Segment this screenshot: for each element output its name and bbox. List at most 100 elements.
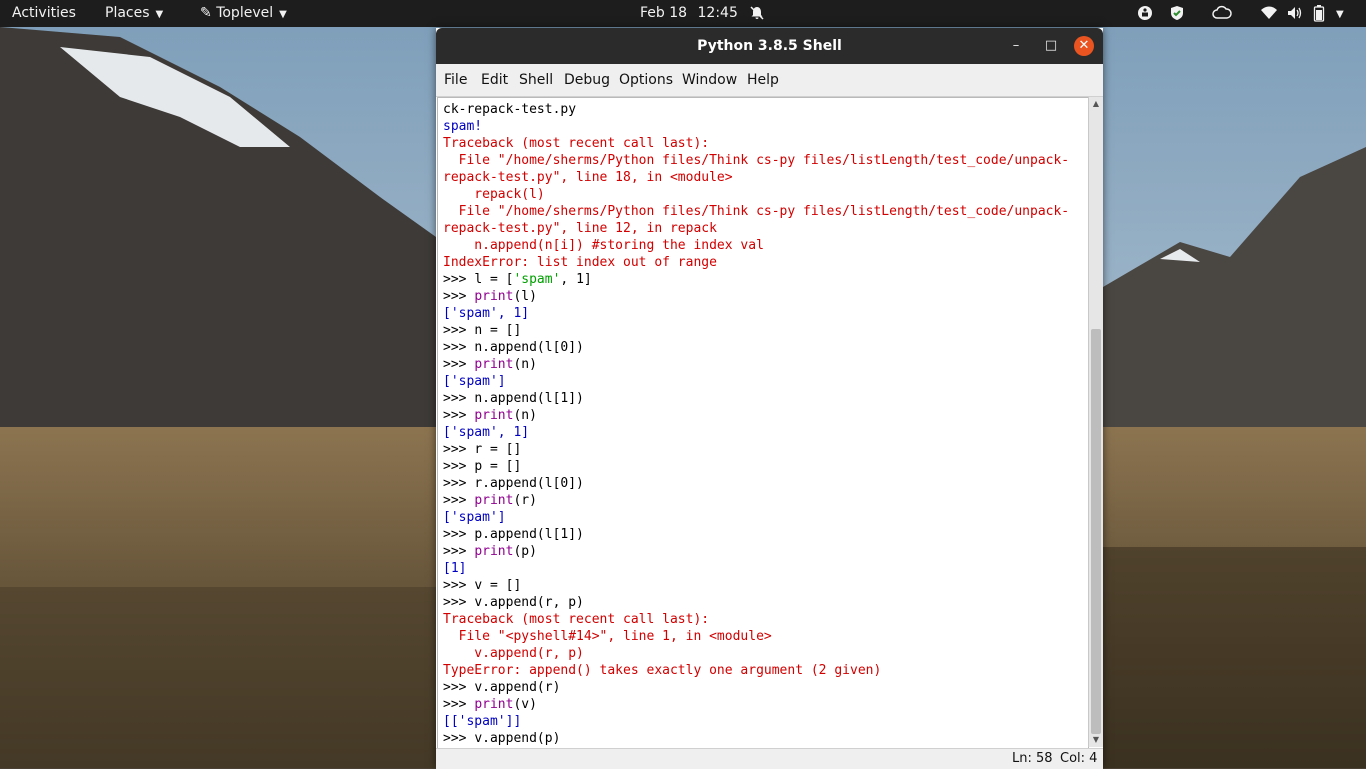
scroll-down-arrow-icon[interactable]: ▼ (1090, 734, 1102, 746)
shell-line: [['spam']] (443, 713, 1069, 730)
shell-line: >>> print(p) (443, 543, 1069, 560)
menu-edit[interactable]: Edit (481, 64, 508, 96)
shell-text: (n) (513, 408, 537, 423)
minimize-button[interactable]: – (1006, 36, 1026, 56)
shell-text: (l) (513, 289, 537, 304)
shell-line: v.append(r, p) (443, 645, 1069, 662)
shell-line: >>> v = [] (443, 577, 1069, 594)
shell-prompt: >>> (443, 680, 475, 695)
shell-line: ['spam', 1] (443, 424, 1069, 441)
window-titlebar[interactable]: Python 3.8.5 Shell – □ ✕ (436, 28, 1103, 64)
shell-text: , 1] (560, 272, 592, 287)
notifications-off-icon (750, 5, 764, 21)
shell-prompt: >>> (443, 323, 475, 338)
activities-button[interactable]: Activities (12, 0, 76, 27)
shell-prompt: >>> (443, 459, 475, 474)
shell-line: TypeError: append() takes exactly one ar… (443, 662, 1069, 679)
shell-prompt: >>> (443, 476, 475, 491)
shell-line: >>> print(l) (443, 288, 1069, 305)
wifi-icon[interactable] (1260, 0, 1278, 19)
shell-text: Traceback (most recent call last): (443, 612, 710, 627)
shell-line: ['spam'] (443, 509, 1069, 526)
shell-line: IndexError: list index out of range (443, 254, 1069, 271)
shell-text: (p) (513, 544, 537, 559)
places-label: Places (105, 5, 150, 21)
shell-line: spam! (443, 118, 1069, 135)
shell-text-area[interactable]: ck-repack-test.py spam! Traceback (most re… (437, 97, 1089, 749)
scroll-up-arrow-icon[interactable]: ▲ (1090, 98, 1102, 110)
top-panel: Activities Places ▼ ✎ Toplevel ▼ Feb 18 12… (0, 0, 1366, 27)
shell-line: >>> p.append(l[1]) (443, 526, 1069, 543)
clock[interactable]: Feb 18 12:45 (640, 0, 764, 27)
shell-prompt: >>> (443, 289, 475, 304)
shell-text: print (474, 289, 514, 304)
system-menu-caret-icon[interactable]: ▼ (1336, 0, 1346, 20)
shell-text: v.append(r, p) (474, 595, 584, 610)
vertical-scrollbar[interactable]: ▲ ▼ (1088, 97, 1103, 747)
column-number: Col: 4 (1060, 751, 1098, 766)
menu-options[interactable]: Options (619, 64, 673, 96)
shell-line: >>> l = ['spam', 1] (443, 271, 1069, 288)
accessibility-icon[interactable] (1136, 0, 1154, 20)
shell-line: ck-repack-test.py (443, 101, 1069, 118)
shell-text: ck-repack-test.py (443, 102, 577, 117)
chevron-down-icon: ▼ (279, 9, 287, 20)
scrollbar-thumb[interactable] (1091, 329, 1101, 734)
window-title: Python 3.8.5 Shell (697, 38, 842, 54)
shell-line: Traceback (most recent call last): (443, 135, 1069, 152)
shell-text: r.append(l[0]) (474, 476, 584, 491)
shell-text: p = [] (474, 459, 522, 474)
menu-help[interactable]: Help (747, 64, 779, 96)
shell-text: Traceback (most recent call last): (443, 136, 710, 151)
shell-prompt: >>> (443, 731, 475, 746)
volume-icon[interactable] (1286, 0, 1304, 19)
shell-text: print (474, 697, 514, 712)
shell-prompt: >>> (443, 544, 475, 559)
shell-text: [['spam']] (443, 714, 522, 729)
menu-window[interactable]: Window (682, 64, 737, 96)
close-button[interactable]: ✕ (1074, 36, 1094, 56)
shell-line: >>> v.append(p) (443, 730, 1069, 747)
shell-output: ck-repack-test.py spam! Traceback (most re… (443, 101, 1069, 747)
clock-date: Feb 18 (640, 5, 688, 21)
shell-text: n = [] (474, 323, 522, 338)
shell-line: >>> print(n) (443, 407, 1069, 424)
shell-line: >>> print(v) (443, 696, 1069, 713)
maximize-button[interactable]: □ (1041, 36, 1061, 56)
menu-file[interactable]: File (444, 64, 467, 96)
system-tray: ▼ (1122, 0, 1346, 27)
cloud-icon[interactable] (1212, 0, 1232, 19)
places-menu[interactable]: Places ▼ (105, 0, 163, 27)
shell-text: (v) (513, 697, 537, 712)
app-icon: ✎ (200, 5, 212, 21)
shell-prompt: >>> (443, 391, 475, 406)
shell-text: (n) (513, 357, 537, 372)
shell-text: l = [ (474, 272, 514, 287)
shell-text: p.append(l[1]) (474, 527, 584, 542)
shell-text: print (474, 493, 514, 508)
shell-text: [1] (443, 561, 467, 576)
shell-text: ['spam', 1] (443, 425, 530, 440)
shell-text: print (474, 408, 514, 423)
app-menu[interactable]: ✎ Toplevel ▼ (200, 0, 287, 27)
shield-icon[interactable] (1168, 0, 1186, 20)
shell-text: TypeError: append() takes exactly one ar… (443, 663, 882, 678)
shell-line: repack-test.py", line 12, in repack (443, 220, 1069, 237)
shell-line: File "/home/sherms/Python files/Think cs… (443, 203, 1070, 220)
menu-debug[interactable]: Debug (564, 64, 610, 96)
idle-shell-window: Python 3.8.5 Shell – □ ✕ File Edit Shell… (436, 28, 1103, 769)
shell-text: n.append(l[0]) (474, 340, 584, 355)
shell-text: repack-test.py", line 12, in repack (443, 221, 717, 236)
clock-time: 12:45 (697, 5, 738, 21)
shell-prompt: >>> (443, 357, 475, 372)
shell-text: v.append(r, p) (443, 646, 584, 661)
shell-prompt: >>> (443, 595, 475, 610)
shell-line: File "<pyshell#14>", line 1, in <module> (443, 628, 1069, 645)
shell-line: >>> r = [] (443, 441, 1069, 458)
menu-bar: File Edit Shell Debug Options Window Hel… (436, 64, 1103, 97)
shell-text: File "/home/sherms/Python files/Think cs… (443, 204, 1070, 219)
shell-text: v.append(r) (474, 680, 561, 695)
shell-text: repack-test.py", line 18, in <module> (443, 170, 733, 185)
battery-icon[interactable] (1312, 0, 1330, 22)
menu-shell[interactable]: Shell (519, 64, 553, 96)
